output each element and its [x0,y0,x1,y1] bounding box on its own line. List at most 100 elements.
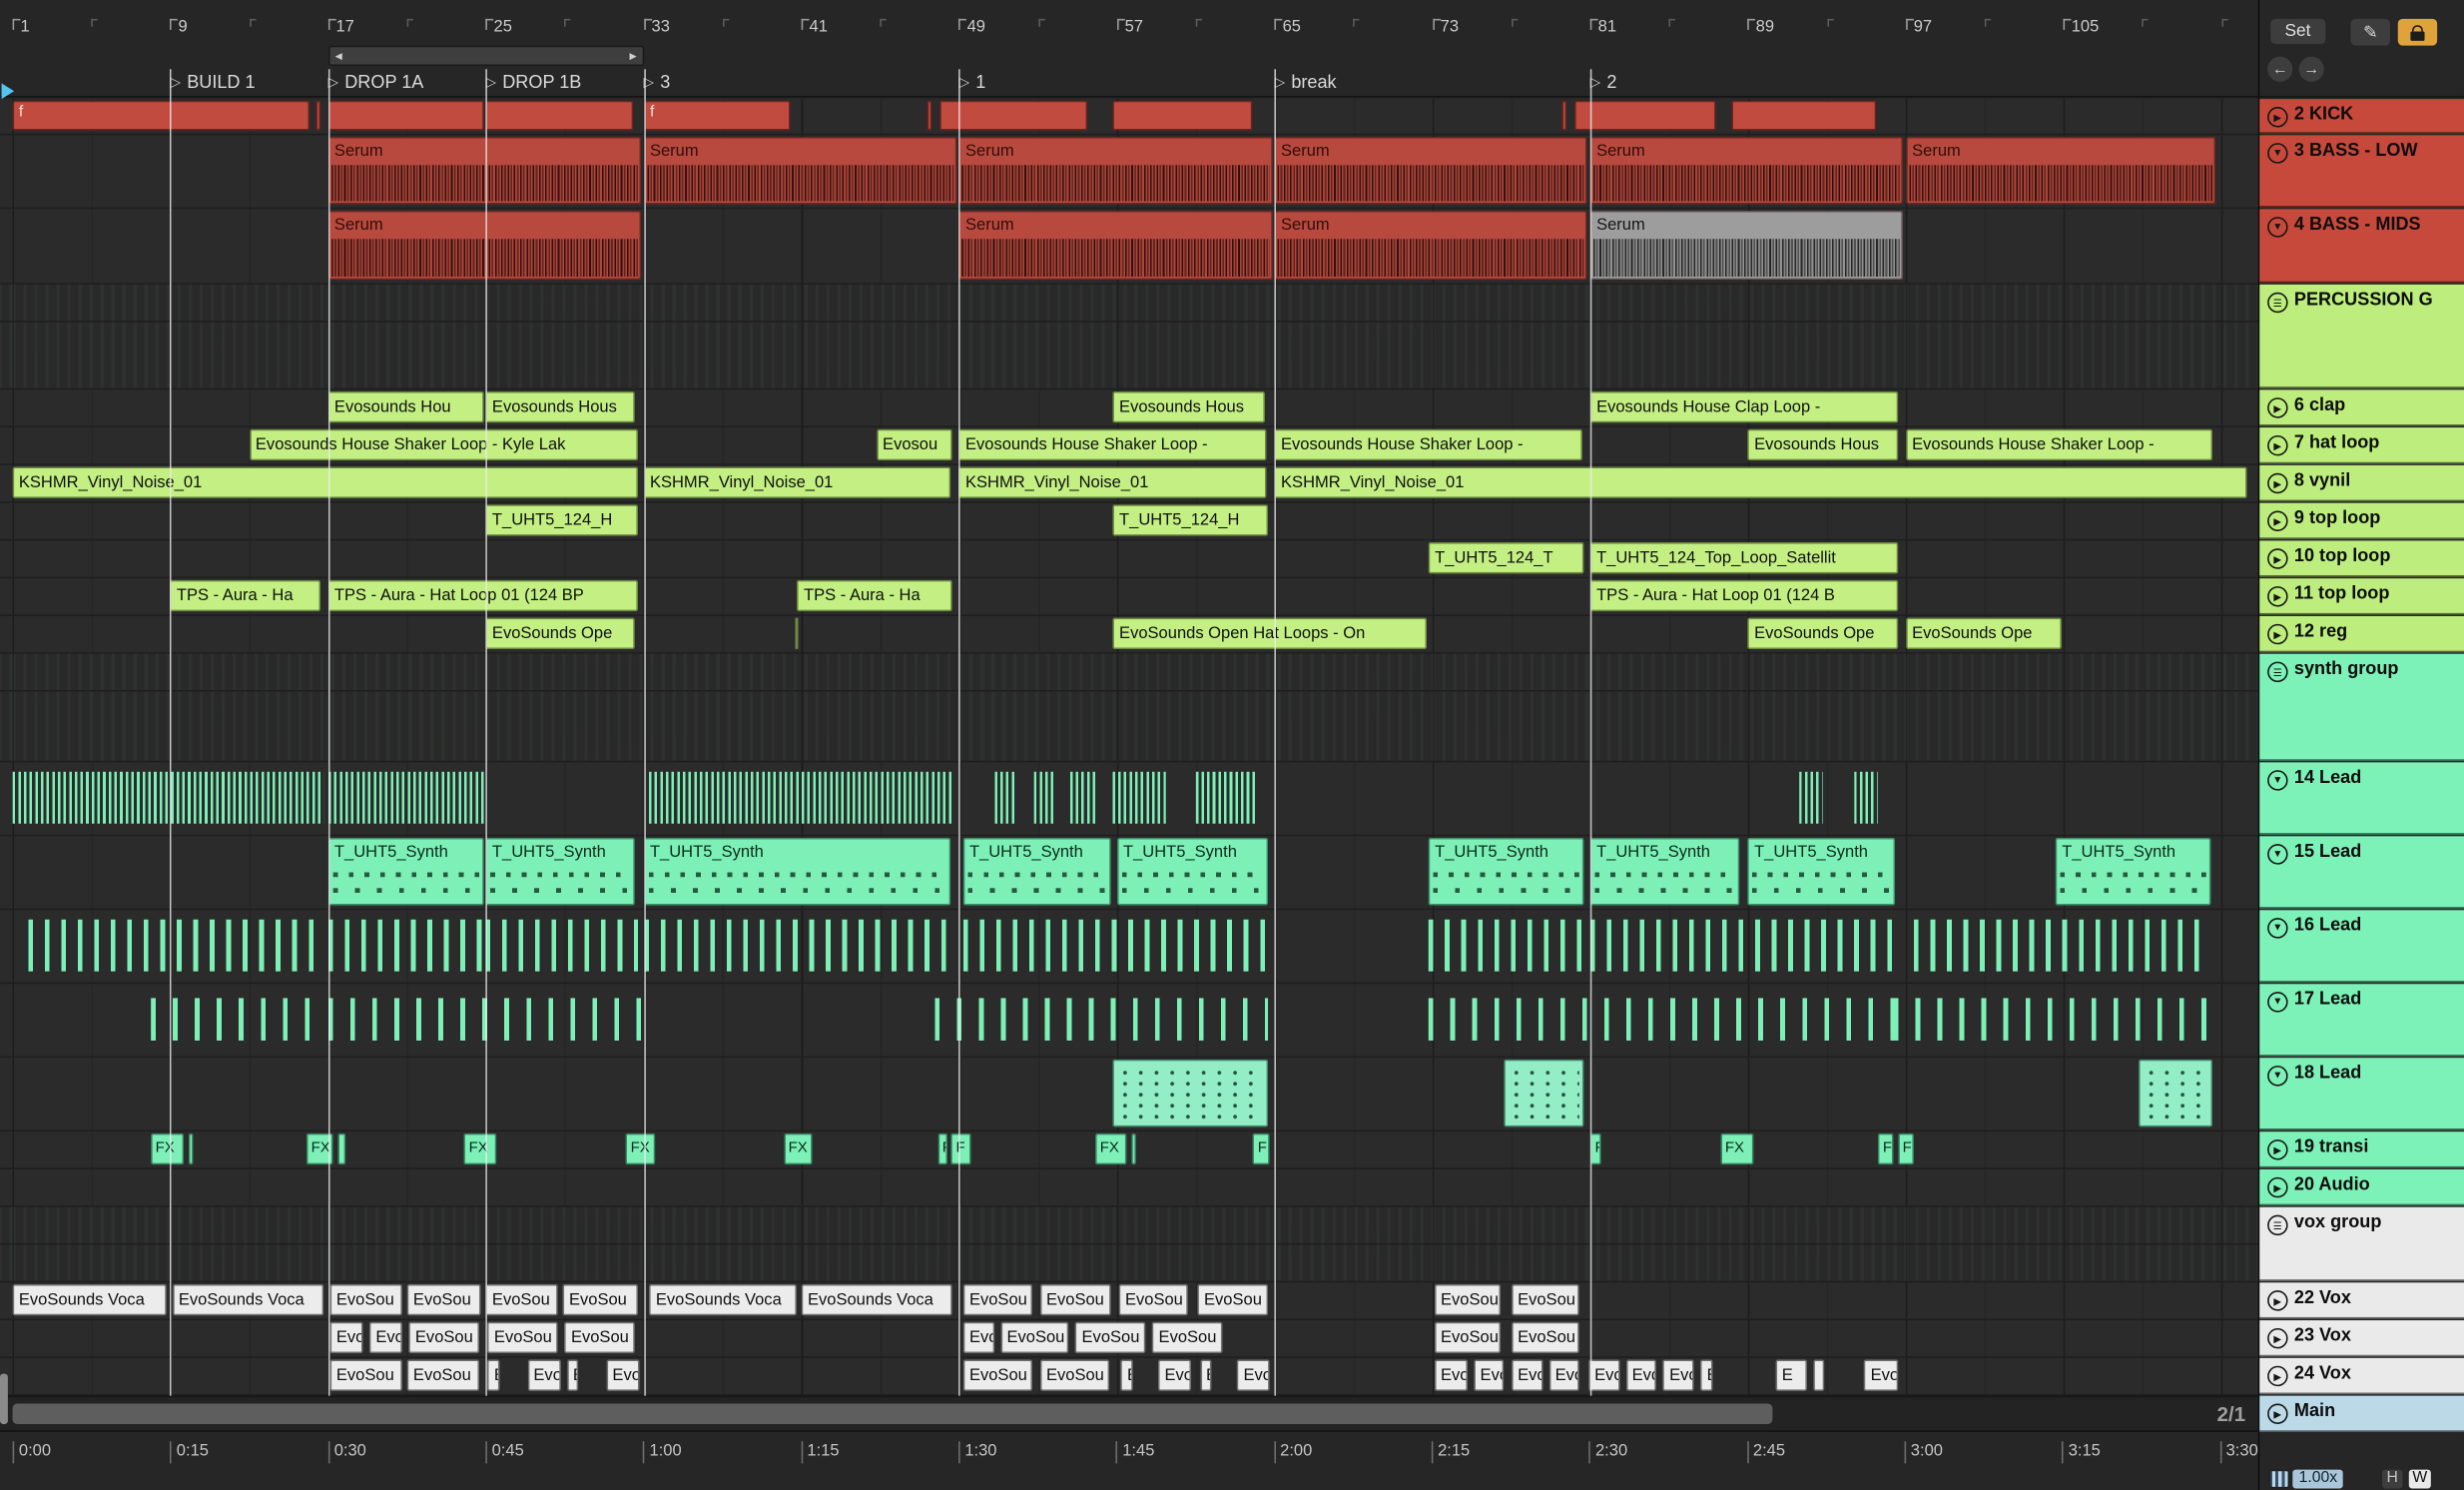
clip-bass-mids[interactable]: Serum [327,210,642,281]
track-header-24-vox[interactable]: ▶ 24 Vox [2259,1357,2464,1395]
lane-synth-sub[interactable] [0,691,2258,763]
clip-lead-14[interactable] [1112,764,1166,832]
clip-kick[interactable]: f [12,100,310,131]
lane-vox-group[interactable] [0,1206,2258,1245]
clip-lead-18[interactable] [2138,1059,2213,1127]
track-header-8-vynil[interactable]: ▶ 8 vynil [2259,464,2464,502]
clip-lead-14[interactable] [12,764,324,832]
clip-lead-15[interactable]: T_UHT5_Synth [485,837,636,906]
play-icon[interactable]: ▶ [2267,1290,2288,1311]
clip-vox-24[interactable]: Evo [1434,1359,1468,1391]
clip-kick[interactable] [485,100,634,131]
fold-icon[interactable]: ▼ [2267,992,2288,1013]
clip-lead-15[interactable]: T_UHT5_Synth [643,837,951,906]
clip-lead-18[interactable] [1503,1059,1584,1127]
clip-transi[interactable]: F [1589,1132,1602,1165]
clip-bass-low[interactable]: Serum [643,136,957,205]
clip-vox-22[interactable]: EvoSou [1118,1283,1188,1316]
clip-vox-23[interactable]: EvoSou [1511,1321,1580,1354]
play-icon[interactable]: ▶ [2267,510,2288,531]
clip-vox-24[interactable]: Evo [1474,1359,1504,1391]
clip-vox-24[interactable]: Evo [1662,1359,1695,1391]
fold-icon[interactable]: ▼ [2267,1066,2288,1087]
track-header-synth-group[interactable]: ☰ synth group [2259,653,2464,761]
clip-vox-24[interactable]: E [1199,1359,1212,1391]
track-header-3-bass-low[interactable]: ▼ 3 BASS - LOW [2259,135,2464,208]
clip-top-loop-11[interactable]: TPS - Aura - Hat Loop 01 (124 BP [327,579,638,612]
clip-lead-14[interactable] [649,764,953,832]
clip-vox-24[interactable]: EvoSou [406,1359,480,1391]
play-icon[interactable]: ▶ [2267,1403,2288,1424]
lane-vox-22[interactable]: EvoSounds Voca EvoSounds Voca EvoSou EvoSou… [0,1282,2258,1321]
clip-vox-24[interactable]: Evo [1158,1359,1192,1391]
clip-vox-23[interactable]: Evo [962,1321,994,1354]
group-icon[interactable]: ☰ [2267,1214,2288,1236]
track-header-19-transi[interactable]: ▶ 19 transi [2259,1131,2464,1168]
clip-lead-17[interactable] [327,986,642,1054]
clip-lead-14[interactable] [1854,764,1878,832]
track-header-6-clap[interactable]: ▶ 6 clap [2259,389,2464,426]
clip-lead-16[interactable] [1589,912,1898,980]
track-header-18-lead[interactable]: ▼ 18 Lead [2259,1058,2464,1130]
clip-vox-24[interactable]: Evo [1511,1359,1542,1391]
fold-icon[interactable]: ▼ [2267,844,2288,865]
clip-lead-18[interactable] [1112,1059,1269,1127]
clip-reg[interactable]: EvoSounds Ope [1905,617,2062,650]
clip-vox-23[interactable]: EvoSou [487,1321,559,1354]
clip-lead-15[interactable]: T_UHT5_Synth [1428,837,1584,906]
clip-vox-22[interactable]: EvoSou [485,1283,559,1316]
play-icon[interactable]: ▶ [2267,586,2288,607]
track-header-main[interactable]: ▶ Main [2259,1395,2464,1432]
clip-lead-14[interactable] [1799,764,1823,832]
clip-transi[interactable]: FX [150,1132,185,1165]
clip-lead-15[interactable]: T_UHT5_Synth [327,837,484,906]
lock-icon[interactable] [2397,18,2438,46]
time-ruler[interactable]: 0:00 0:15 0:30 0:45 1:00 1:15 1:30 1:45 2:00 2:15… [0,1430,2258,1490]
clip-transi[interactable]: F [1878,1132,1894,1165]
clip-vox-23[interactable]: EvoSou [564,1321,636,1354]
clip-vynil[interactable]: KSHMR_Vinyl_Noise_01 [643,466,951,498]
lane-bass-low[interactable]: Serum Serum Serum Serum Serum Serum [0,135,2258,210]
clip-vox-24[interactable]: Evo [1864,1359,1898,1391]
clip-top-loop-11[interactable]: TPS - Aura - Hat Loop 01 (124 B [1589,579,1898,612]
lane-lead-14[interactable] [0,762,2258,837]
clip-bass-mids[interactable]: Serum [958,210,1273,281]
lane-reg[interactable]: EvoSounds Ope EvoSounds Open Hat Loops - … [0,615,2258,654]
clip-reg[interactable]: EvoSounds Ope [1747,617,1898,650]
clip-vox-24[interactable]: EvoSou [329,1359,403,1391]
lane-lead-15[interactable]: T_UHT5_Synth T_UHT5_Synth T_UHT5_Synth T_UH… [0,836,2258,911]
clip-lead-16[interactable] [485,912,638,980]
clip-vox-23[interactable]: EvoSou [1434,1321,1502,1354]
clip-vox-23[interactable]: EvoSou [1000,1321,1069,1354]
clip-vox-22[interactable]: EvoSounds Voca [649,1283,798,1316]
lane-vox-sub[interactable] [0,1244,2258,1283]
group-icon[interactable]: ☰ [2267,292,2288,314]
track-header-11-top-loop[interactable]: ▶ 11 top loop [2259,578,2464,615]
clip-kick[interactable] [327,100,484,131]
clip-hat-loop[interactable]: Evosou [876,428,953,461]
lane-percussion-sub[interactable] [0,322,2258,390]
clip-reg[interactable]: EvoSounds Open Hat Loops - On [1112,617,1427,650]
clip-lead-14[interactable] [1033,764,1056,832]
clip-transi[interactable]: FX [1720,1132,1754,1165]
clip-transi[interactable]: FX [783,1132,814,1165]
insert-marker-icon[interactable] [1,83,15,100]
clip-reg[interactable]: EvoSounds Ope [485,617,636,650]
clip-top-loop-9[interactable]: T_UHT5_124_H [1112,504,1269,536]
clip-clap[interactable]: Evosounds House Clap Loop - [1589,390,1898,423]
lane-synth-group[interactable] [0,653,2258,692]
track-header-17-lead[interactable]: ▼ 17 Lead [2259,984,2464,1057]
clip-bass-low[interactable]: Serum [1905,136,2215,205]
clip-bass-low[interactable]: Serum [1274,136,1588,205]
clip-kick[interactable] [927,100,932,131]
lane-top-loop-11[interactable]: TPS - Aura - Ha TPS - Aura - Hat Loop 01 … [0,578,2258,616]
clip-kick[interactable] [1573,100,1716,131]
vertical-scrollbar[interactable] [0,1373,8,1424]
track-header-7-hat-loop[interactable]: ▶ 7 hat loop [2259,427,2464,464]
clip-transi[interactable] [337,1132,345,1165]
zoom-height-button[interactable]: H [2382,1469,2403,1489]
clip-vox-22[interactable]: EvoSounds Voca [172,1283,324,1316]
clip-clap[interactable]: Evosounds Hous [485,390,636,423]
lane-vynil[interactable]: KSHMR_Vinyl_Noise_01 KSHMR_Vinyl_Noise_01… [0,464,2258,503]
forward-arrow-icon[interactable]: → [2298,56,2324,82]
